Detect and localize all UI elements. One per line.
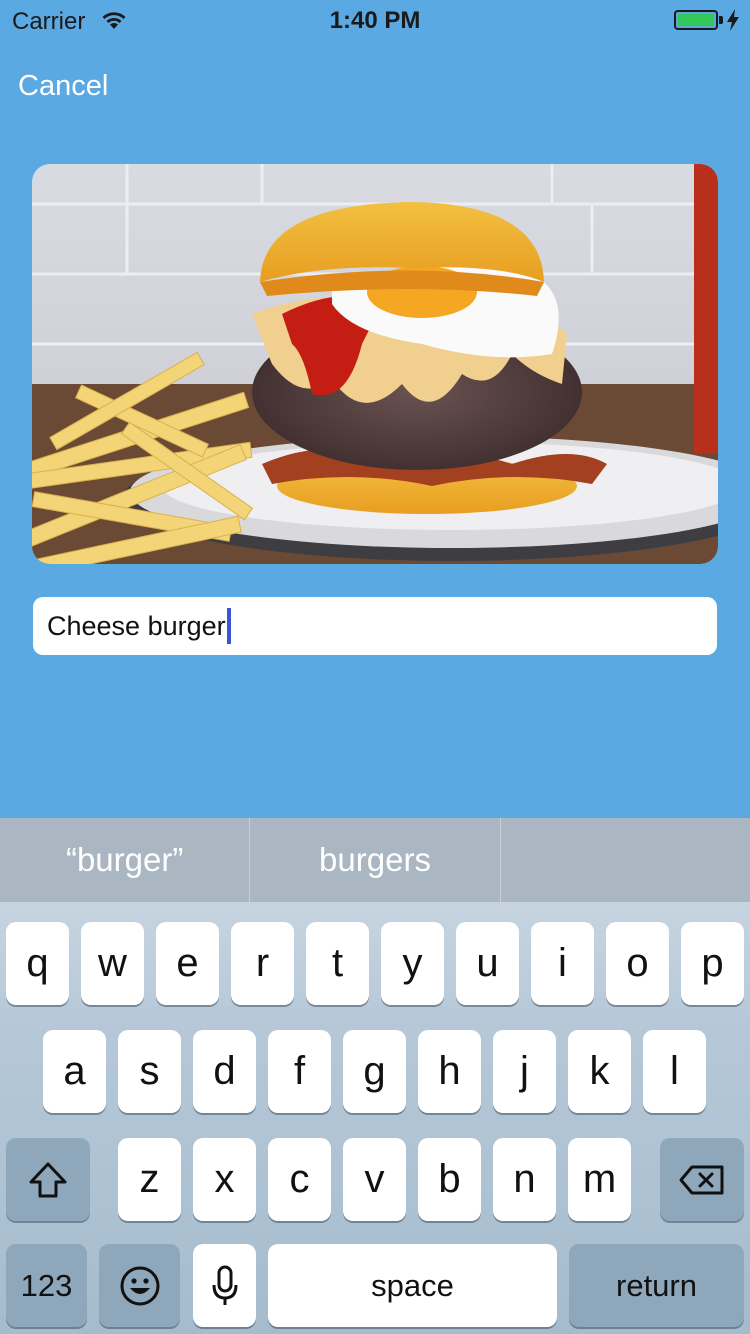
return-key[interactable]: return [569, 1244, 744, 1327]
key-e[interactable]: e [156, 922, 219, 1005]
emoji-key[interactable] [99, 1244, 180, 1327]
key-c[interactable]: c [268, 1138, 331, 1221]
keyboard: “burger” burgers q w e r t y u i o p a s… [0, 818, 750, 1334]
emoji-icon [120, 1266, 159, 1305]
key-p[interactable]: p [681, 922, 744, 1005]
space-key[interactable]: space [268, 1244, 557, 1327]
meal-name-input[interactable]: Cheese burger [33, 597, 717, 655]
shift-key[interactable] [6, 1138, 90, 1221]
key-g[interactable]: g [343, 1030, 406, 1113]
backspace-key[interactable] [660, 1138, 744, 1221]
battery-level [678, 14, 714, 26]
key-h[interactable]: h [418, 1030, 481, 1113]
key-b[interactable]: b [418, 1138, 481, 1221]
suggestion-2[interactable]: burgers [250, 818, 501, 902]
key-u[interactable]: u [456, 922, 519, 1005]
shift-icon [29, 1162, 67, 1197]
key-y[interactable]: y [381, 922, 444, 1005]
key-d[interactable]: d [193, 1030, 256, 1113]
suggestion-3[interactable] [501, 818, 750, 902]
key-q[interactable]: q [6, 922, 69, 1005]
burger-image [32, 164, 718, 564]
key-m[interactable]: m [568, 1138, 631, 1221]
numbers-key[interactable]: 123 [6, 1244, 87, 1327]
key-i[interactable]: i [531, 922, 594, 1005]
key-s[interactable]: s [118, 1030, 181, 1113]
key-t[interactable]: t [306, 922, 369, 1005]
clock: 1:40 PM [329, 7, 421, 34]
backspace-icon [679, 1165, 724, 1194]
meal-name-value: Cheese burger [47, 610, 226, 641]
text-caret [226, 608, 231, 644]
charging-bolt-icon [727, 9, 739, 31]
battery-icon [674, 10, 718, 30]
key-j[interactable]: j [493, 1030, 556, 1113]
cancel-button[interactable]: Cancel [18, 70, 108, 103]
key-v[interactable]: v [343, 1138, 406, 1221]
suggestion-1[interactable]: “burger” [0, 818, 251, 902]
key-r[interactable]: r [231, 922, 294, 1005]
status-bar: Carrier 1:40 PM [0, 0, 750, 40]
key-l[interactable]: l [643, 1030, 706, 1113]
key-w[interactable]: w [81, 922, 144, 1005]
key-z[interactable]: z [118, 1138, 181, 1221]
key-n[interactable]: n [493, 1138, 556, 1221]
key-a[interactable]: a [43, 1030, 106, 1113]
key-f[interactable]: f [268, 1030, 331, 1113]
microphone-icon [212, 1265, 237, 1305]
predictive-bar: “burger” burgers [0, 818, 750, 902]
dictation-key[interactable] [193, 1244, 256, 1327]
key-o[interactable]: o [606, 922, 669, 1005]
key-k[interactable]: k [568, 1030, 631, 1113]
battery-tip [719, 16, 723, 24]
meal-photo[interactable] [32, 164, 718, 564]
key-x[interactable]: x [193, 1138, 256, 1221]
